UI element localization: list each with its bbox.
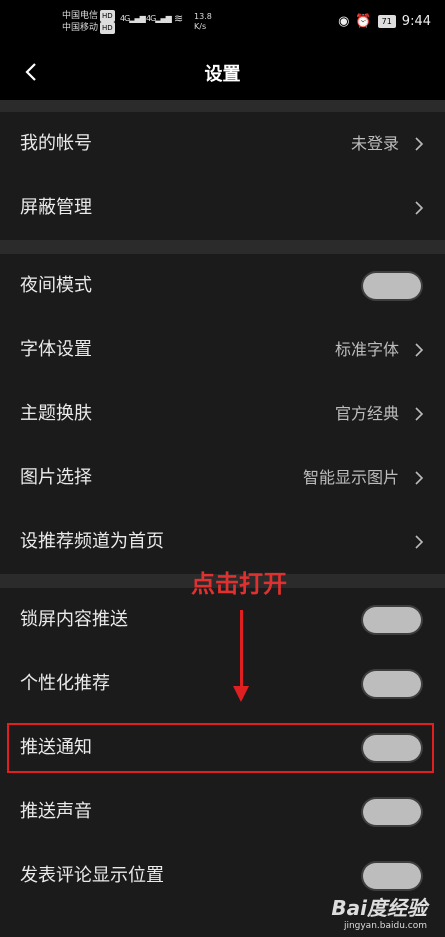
toggle-knob <box>363 863 421 889</box>
setting-row-push-sound: 推送声音 <box>0 780 445 844</box>
eye-icon: ◉ <box>338 14 350 29</box>
setting-value: 智能显示图片 <box>302 468 399 487</box>
night-mode-toggle[interactable] <box>361 271 423 301</box>
signal-icon-2: 4G▂▄▆ <box>146 14 172 23</box>
chevron-right-icon <box>415 343 424 357</box>
toggle-knob <box>363 799 421 825</box>
personal-toggle[interactable] <box>361 669 423 699</box>
setting-row-personal: 个性化推荐 <box>0 652 445 716</box>
setting-label: 个性化推荐 <box>20 673 110 694</box>
annotation-text: 点击打开 <box>191 570 287 598</box>
setting-label: 屏蔽管理 <box>20 197 92 218</box>
watermark-logo: Bai度经验 <box>331 896 427 920</box>
toggle-knob <box>363 273 421 299</box>
annotation-arrow-head <box>233 686 249 702</box>
setting-value: 未登录 <box>350 134 399 153</box>
status-bar: 中国电信 HD 中国移动 HD 4G▂▄▆ 4G▂▄▆ ≋ 13.8 K/s ◉ ⏰… <box>0 0 445 44</box>
chevron-right-icon <box>415 407 424 421</box>
setting-value: 标准字体 <box>334 340 399 359</box>
setting-row-image[interactable]: 图片选择 智能显示图片 <box>0 446 445 510</box>
chevron-right-icon <box>415 201 424 215</box>
hd-badge-2: HD <box>100 22 115 34</box>
speed-value: 13.8 <box>194 12 212 21</box>
chevron-right-icon <box>415 137 424 151</box>
nav-bar: 设置 <box>0 44 445 100</box>
signal-label-1: 4G <box>120 14 130 23</box>
hd-badge-1: HD <box>100 10 115 22</box>
setting-row-theme[interactable]: 主题换肤 官方经典 <box>0 382 445 446</box>
annotation-highlight-box <box>7 723 434 773</box>
annotation-arrow <box>240 610 243 688</box>
setting-value: 官方经典 <box>334 404 399 423</box>
lock-push-toggle[interactable] <box>361 605 423 635</box>
toggle-knob <box>363 671 421 697</box>
comment-location-toggle[interactable] <box>361 861 423 891</box>
setting-row-night-mode: 夜间模式 <box>0 254 445 318</box>
battery-icon: 71 <box>377 15 396 28</box>
setting-label: 发表评论显示位置 <box>20 865 164 886</box>
setting-row-block[interactable]: 屏蔽管理 <box>0 176 445 240</box>
watermark-url: jingyan.baidu.com <box>343 921 427 931</box>
network-speed: 13.8 K/s <box>194 12 212 32</box>
setting-label: 设推荐频道为首页 <box>20 531 164 552</box>
setting-label: 推送声音 <box>20 801 92 822</box>
toggle-knob <box>363 607 421 633</box>
chevron-right-icon <box>415 471 424 485</box>
carrier-2: 中国移动 <box>62 23 99 33</box>
setting-label: 锁屏内容推送 <box>20 609 128 630</box>
right-status: ◉ ⏰ 71 9:44 <box>338 14 431 29</box>
setting-label: 主题换肤 <box>20 403 92 424</box>
signal-icon-1: 4G▂▄▆ <box>120 14 146 23</box>
carrier-1: 中国电信 <box>62 11 99 21</box>
watermark: Bai度经验 jingyan.baidu.com <box>331 892 427 931</box>
wifi-icon: ≋ <box>174 12 183 25</box>
setting-row-account[interactable]: 我的帐号 未登录 <box>0 112 445 176</box>
setting-label: 图片选择 <box>20 467 92 488</box>
section-divider <box>0 240 445 254</box>
setting-label: 夜间模式 <box>20 275 92 296</box>
clock: 9:44 <box>401 14 431 29</box>
speed-unit: K/s <box>194 22 207 31</box>
alarm-icon: ⏰ <box>355 14 372 29</box>
setting-row-font[interactable]: 字体设置 标准字体 <box>0 318 445 382</box>
page-title: 设置 <box>204 64 241 85</box>
setting-label: 字体设置 <box>20 339 92 360</box>
signal-label-2: 4G <box>146 14 156 23</box>
chevron-right-icon <box>415 535 424 549</box>
carrier-info: 中国电信 HD 中国移动 HD <box>62 10 115 34</box>
push-sound-toggle[interactable] <box>361 797 423 827</box>
setting-label: 我的帐号 <box>20 133 92 154</box>
